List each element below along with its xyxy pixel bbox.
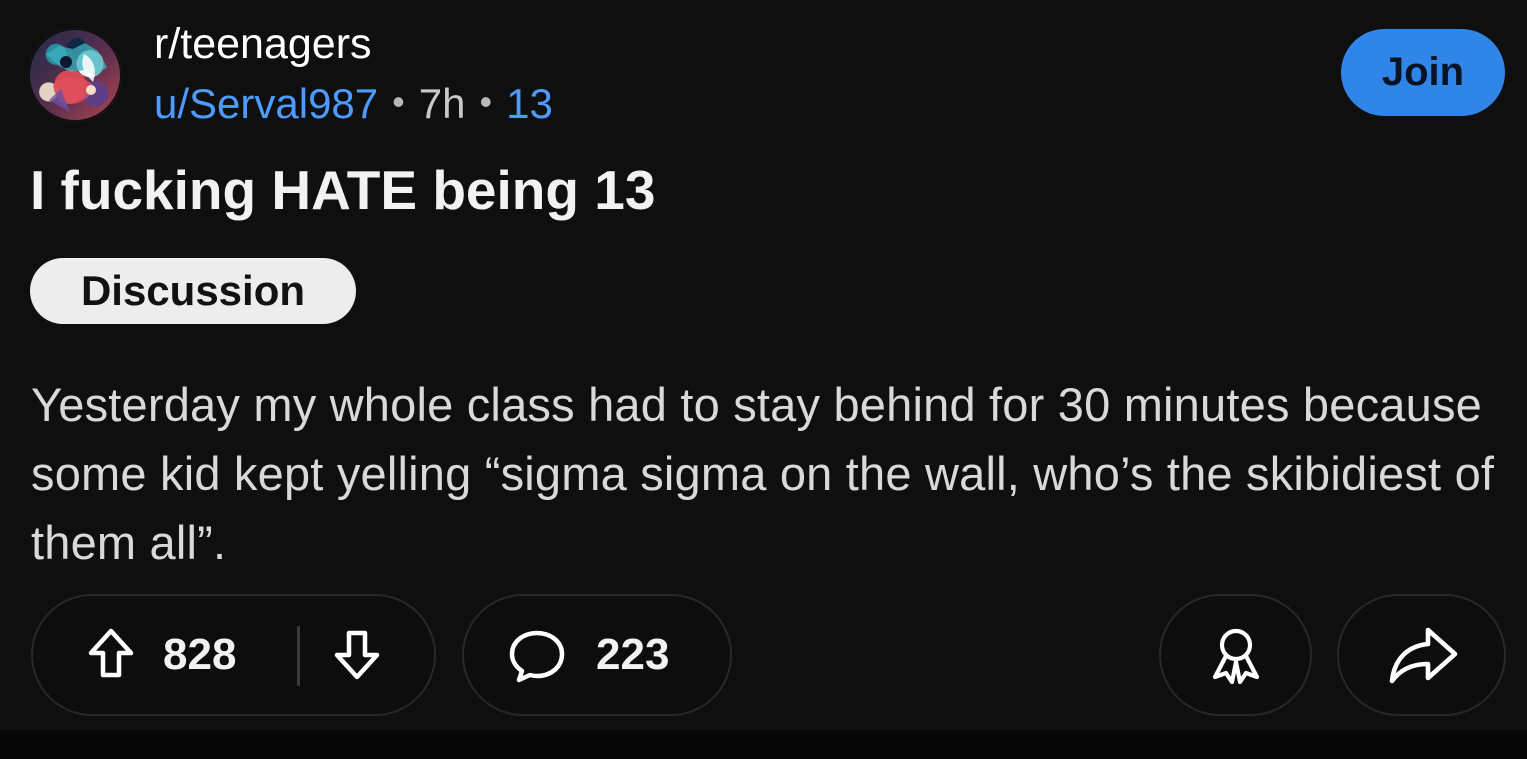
post-flair-badge[interactable]: Discussion — [30, 258, 356, 324]
upvote-count: 828 — [163, 630, 237, 679]
post-age: 7h — [418, 80, 466, 127]
reddit-post-card: r/teenagers u/Serval987 • 7h • 13 Join I fuc… — [0, 0, 1527, 730]
upvote-arrow-icon[interactable] — [84, 625, 138, 683]
metadata-separator: • — [392, 81, 405, 122]
award-icon[interactable] — [1205, 621, 1267, 687]
join-button[interactable]: Join — [1341, 29, 1505, 116]
subreddit-name[interactable]: r/teenagers — [154, 20, 372, 68]
post-metadata: u/Serval987 • 7h • 13 — [154, 80, 553, 130]
author-username[interactable]: u/Serval987 — [154, 80, 378, 127]
vote-divider — [297, 626, 300, 686]
comment-count: 223 — [596, 630, 670, 679]
share-arrow-icon[interactable] — [1386, 623, 1462, 687]
comment-bubble-icon[interactable] — [506, 626, 568, 686]
subreddit-avatar[interactable] — [28, 28, 122, 122]
post-body: Yesterday my whole class had to stay beh… — [31, 378, 1495, 569]
bottom-edge — [0, 730, 1527, 759]
post-title[interactable]: I fucking HATE being 13 — [30, 158, 655, 222]
author-flair: 13 — [506, 80, 553, 127]
downvote-arrow-icon[interactable] — [330, 625, 384, 683]
metadata-separator: • — [479, 81, 493, 122]
